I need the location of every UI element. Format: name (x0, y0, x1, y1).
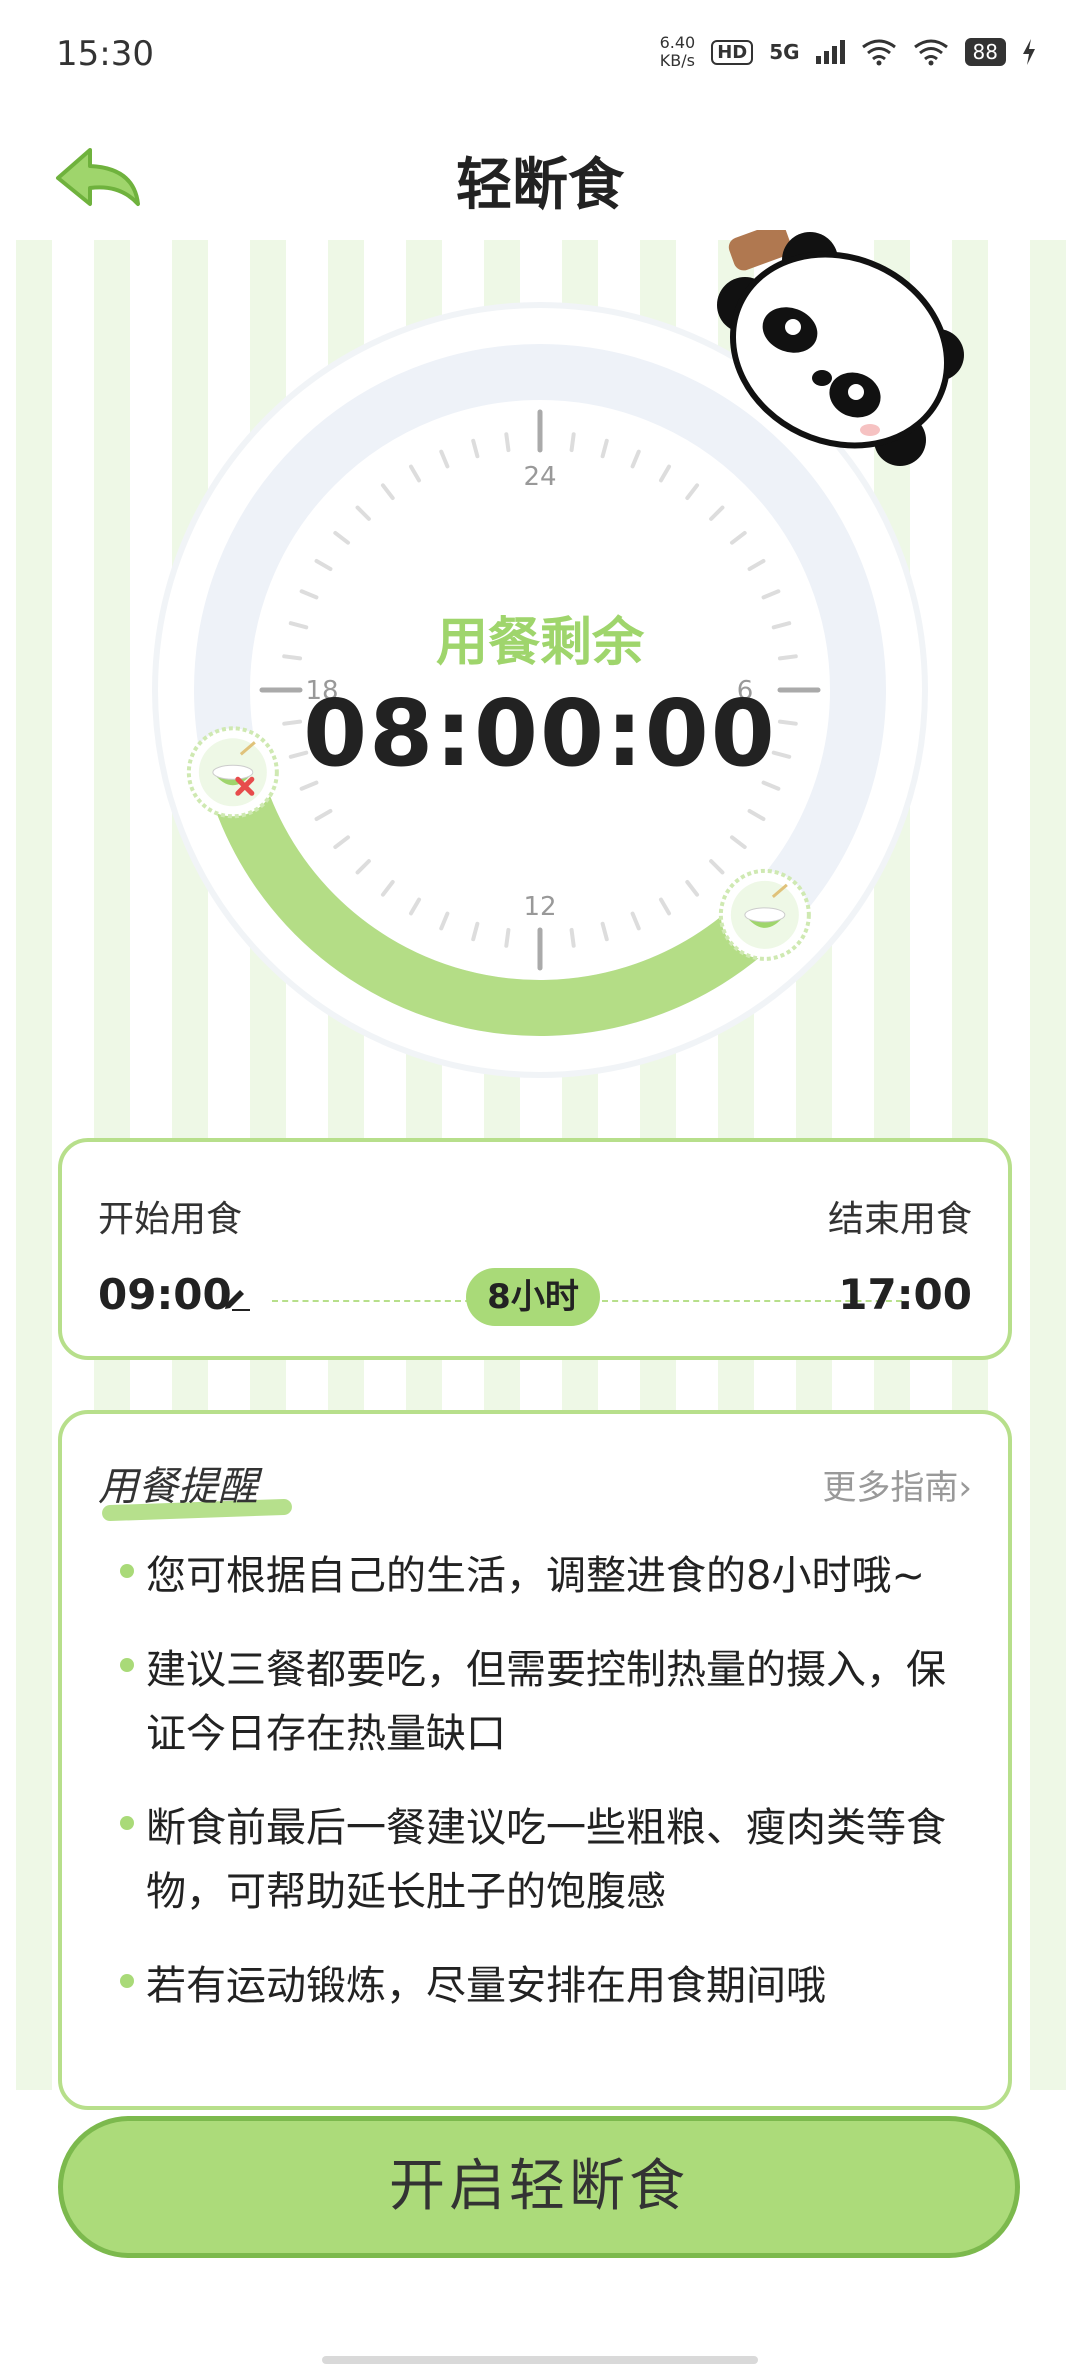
clock-tick (569, 927, 576, 948)
wifi-icon (861, 39, 896, 66)
eating-window-card: 开始用食 结束用食 09:00 8小时 17:00 (58, 1138, 1012, 1360)
hd-icon: HD (711, 39, 754, 65)
tip-item: 建议三餐都要吃，但需要控制热量的摄入，保证今日存在热量缺口 (102, 1638, 972, 1766)
clock-tick (569, 432, 576, 453)
net-speed-value: 6.40 (659, 33, 696, 52)
charging-icon (1023, 39, 1035, 65)
end-time-value: 17:00 (838, 1270, 972, 1319)
remaining-label: 用餐剩余 (435, 613, 644, 673)
signal-icon (815, 40, 845, 64)
page-title: 轻断食 (456, 153, 624, 218)
status-icons: 6.40 KB/s HD 5G 88 (660, 34, 1036, 70)
hour-label-12: 12 (523, 892, 556, 922)
duration-badge: 8小时 (466, 1268, 600, 1326)
tip-item: 您可根据自己的生活，调整进食的8小时哦~ (102, 1544, 972, 1608)
meal-reminder-card: 用餐提醒 更多指南› 您可根据自己的生活，调整进食的8小时哦~ 建议三餐都要吃，… (58, 1410, 1012, 2110)
status-time: 15:30 (56, 34, 154, 74)
end-eating-label: 结束用食 (827, 1199, 972, 1240)
tips-list: 您可根据自己的生活，调整进食的8小时哦~ 建议三餐都要吃，但需要控制热量的摄入，… (102, 1544, 972, 2048)
start-time-value[interactable]: 09:00 (98, 1270, 232, 1319)
status-bar: 15:30 6.40 KB/s HD 5G 88 (0, 0, 1080, 110)
edit-pencil-icon[interactable] (222, 1282, 252, 1312)
net-speed-unit: KB/s (659, 51, 695, 70)
clock-tick (504, 927, 511, 948)
panda-icon (717, 230, 964, 466)
tip-item: 若有运动锻炼，尽量安排在用食期间哦 (102, 1954, 972, 2018)
reminder-title: 用餐提醒 (98, 1464, 258, 1510)
net-speed: 6.40 KB/s (660, 34, 696, 70)
countdown-timer: 08:00:00 (303, 680, 777, 787)
clock-tick (504, 432, 511, 453)
hour-label-24: 24 (523, 462, 556, 492)
network-type: 5G (769, 40, 800, 64)
battery-icon: 88 (964, 38, 1006, 66)
eating-end-marker (718, 868, 811, 961)
start-eating-label: 开始用食 (98, 1199, 243, 1240)
home-indicator (322, 2356, 758, 2364)
wifi-icon-2 (913, 39, 948, 66)
more-guide-link[interactable]: 更多指南› (822, 1460, 972, 1509)
start-fasting-button[interactable]: 开启轻断食 (58, 2116, 1020, 2258)
tip-item: 断食前最后一餐建议吃一些粗粮、瘦肉类等食物，可帮助延长肚子的饱腹感 (102, 1796, 972, 1924)
